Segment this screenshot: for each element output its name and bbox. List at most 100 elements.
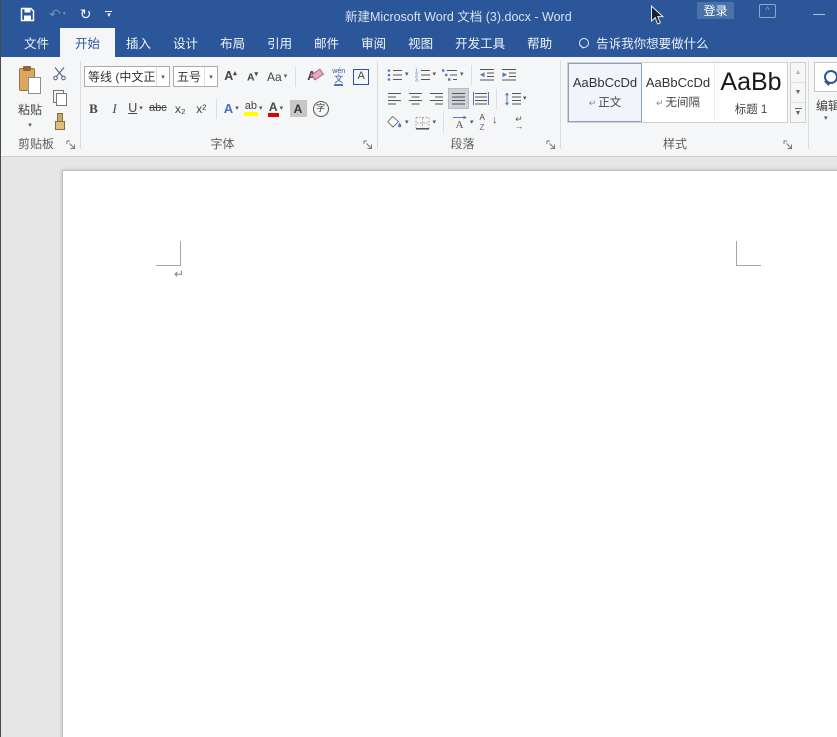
minimize-button[interactable]	[813, 14, 825, 15]
show-hide-marks-button[interactable]: ↵ →	[510, 112, 529, 133]
tab-insert[interactable]: 插入	[115, 28, 162, 57]
align-right-button[interactable]	[427, 88, 446, 109]
style-heading-1[interactable]: AaBb 标题 1	[715, 63, 787, 122]
font-size-combo[interactable]: 五号 ▾	[173, 66, 218, 87]
style-normal[interactable]: AaBbCcDd ↵正文	[568, 63, 642, 122]
tab-mailings[interactable]: 邮件	[303, 28, 350, 57]
margin-corner-mark-right	[736, 241, 761, 266]
bullets-button[interactable]: ▾	[385, 64, 411, 85]
eraser-icon: A	[307, 70, 316, 83]
style-no-spacing[interactable]: AaBbCcDd ↵无间隔	[642, 63, 715, 122]
ribbon: 粘贴 ▾ 剪贴板	[0, 57, 837, 157]
line-spacing-button[interactable]: ▾	[502, 88, 529, 109]
styles-gallery-scrollbar: ▲ ▼ ▼	[790, 62, 806, 123]
copy-button[interactable]	[48, 87, 70, 107]
shading-button[interactable]: ▾	[385, 112, 411, 133]
styles-scroll-up-button[interactable]: ▲	[791, 63, 805, 83]
font-dialog-launcher[interactable]	[363, 140, 374, 151]
tab-design[interactable]: 设计	[162, 28, 209, 57]
sort-button[interactable]: A Z ↓	[478, 112, 500, 133]
paragraph-group-label: 段落	[379, 135, 546, 152]
search-icon	[579, 38, 589, 48]
justify-button[interactable]	[448, 88, 469, 109]
asian-layout-icon: A	[451, 115, 468, 130]
borders-button[interactable]: ▾	[413, 112, 439, 133]
styles-group-label: 样式	[562, 135, 788, 152]
distribute-text-button[interactable]	[471, 88, 491, 109]
increase-indent-button[interactable]	[499, 64, 519, 85]
line-spacing-icon	[504, 92, 521, 106]
title-bar: ↶ ▾ ↻ ▾ 新建Microsoft Word 文档 (3).docx - W…	[0, 0, 837, 28]
styles-group: AaBbCcDd ↵正文 AaBbCcDd ↵无间隔 AaBb 标题 1 ▲ ▼…	[562, 57, 808, 156]
tab-references[interactable]: 引用	[256, 28, 303, 57]
save-button[interactable]	[20, 7, 35, 22]
distribute-icon	[473, 91, 489, 106]
chevron-down-icon: ▾	[156, 67, 169, 86]
tab-layout[interactable]: 布局	[209, 28, 256, 57]
change-case-button[interactable]: Aa▾	[265, 66, 289, 87]
superscript-button[interactable]: x²	[192, 98, 211, 119]
phonetic-guide-button[interactable]: wén 文	[329, 66, 348, 87]
align-left-button[interactable]	[385, 88, 404, 109]
group-separator	[808, 61, 809, 149]
document-page[interactable]: ↵	[62, 170, 837, 737]
undo-button[interactable]: ↶ ▾	[49, 7, 66, 21]
grow-font-button[interactable]: A▴	[221, 66, 240, 87]
highlight-color-button[interactable]: ab▾	[243, 98, 265, 119]
enclose-characters-button[interactable]: 字	[311, 98, 331, 119]
shrink-font-button[interactable]: A▾	[243, 66, 262, 87]
italic-button[interactable]: I	[105, 98, 124, 119]
group-separator	[80, 61, 81, 149]
numbering-button[interactable]: 1.2.3. ▾	[413, 64, 439, 85]
cut-button[interactable]	[48, 63, 70, 83]
styles-dialog-launcher[interactable]	[783, 140, 794, 151]
redo-button[interactable]: ↻	[80, 7, 92, 21]
numbered-list-icon: 1.2.3.	[415, 68, 431, 82]
ribbon-display-options-button[interactable]: ^	[759, 4, 776, 18]
tab-review[interactable]: 审阅	[350, 28, 397, 57]
text-effects-button[interactable]: A▾	[222, 98, 241, 119]
tell-me-search[interactable]: 告诉我你想要做什么	[579, 28, 709, 57]
clipboard-dialog-launcher[interactable]	[66, 140, 77, 151]
multilevel-list-button[interactable]: ▾	[440, 64, 466, 85]
character-border-button[interactable]: A	[351, 66, 371, 87]
asian-layout-button[interactable]: A ▾	[449, 112, 476, 133]
underline-button[interactable]: U▾	[126, 98, 145, 119]
document-area: ↵	[0, 157, 837, 737]
paragraph-dialog-launcher[interactable]	[546, 140, 557, 151]
tab-developer[interactable]: 开发工具	[444, 28, 516, 57]
borders-icon	[415, 116, 431, 130]
paste-clipboard-icon	[19, 66, 41, 94]
clear-formatting-button[interactable]: A	[302, 66, 321, 87]
align-center-button[interactable]	[406, 88, 425, 109]
bold-button[interactable]: B	[84, 98, 103, 119]
tab-file[interactable]: 文件	[13, 28, 60, 57]
align-left-icon	[387, 91, 402, 106]
sign-in-button[interactable]: 登录	[697, 2, 734, 19]
tab-help[interactable]: 帮助	[516, 28, 563, 57]
subscript-button[interactable]: x₂	[171, 98, 190, 119]
font-group-label: 字体	[82, 135, 363, 152]
paragraph-marks-icon: ↵ →	[515, 116, 524, 130]
font-name-combo[interactable]: 等线 (中文正 ▾	[84, 66, 170, 87]
editing-group-label: 编辑	[816, 97, 837, 114]
tab-view[interactable]: 视图	[397, 28, 444, 57]
character-shading-button[interactable]: A	[288, 98, 309, 119]
decrease-indent-icon	[479, 68, 495, 82]
more-bar-icon	[795, 108, 802, 109]
increase-indent-icon	[501, 68, 517, 82]
decrease-indent-button[interactable]	[477, 64, 497, 85]
strikethrough-button[interactable]: abc	[147, 98, 169, 119]
editing-group: 编辑 ▾	[810, 57, 837, 156]
styles-scroll-down-button[interactable]: ▼	[791, 83, 805, 103]
customize-qat-button[interactable]: ▾	[105, 11, 112, 18]
paragraph-mark: ↵	[174, 267, 184, 281]
tab-home[interactable]: 开始	[60, 28, 115, 57]
styles-more-button[interactable]: ▼	[791, 103, 805, 122]
save-icon	[20, 7, 35, 22]
format-painter-icon	[52, 113, 66, 129]
editing-button[interactable]	[814, 62, 837, 92]
format-painter-button[interactable]	[48, 111, 70, 131]
font-color-button[interactable]: A▾	[267, 98, 286, 119]
chevron-down-icon: ▾	[28, 121, 32, 129]
